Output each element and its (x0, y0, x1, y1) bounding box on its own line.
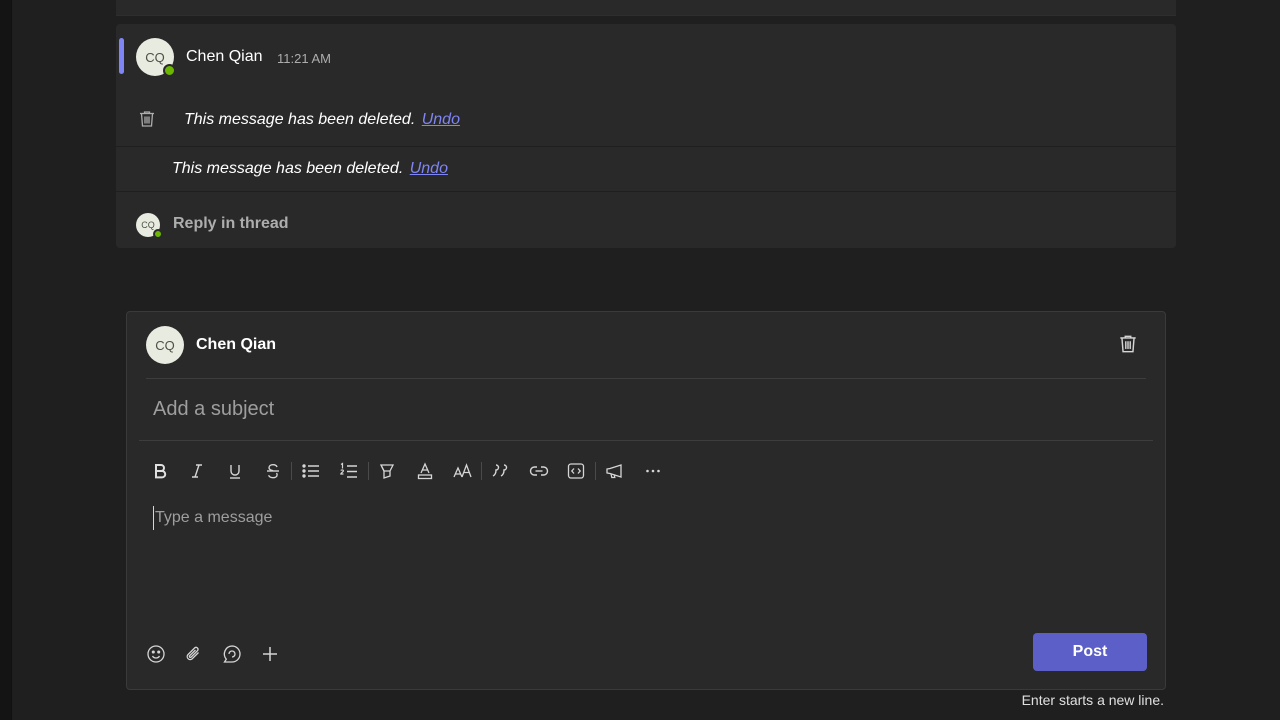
subject-input[interactable] (153, 394, 1143, 424)
previous-message-card (116, 0, 1176, 16)
sender-name[interactable]: Chen Qian (186, 48, 263, 66)
loop-icon (223, 645, 241, 663)
compose-box: CQ Chen Qian Add a subject Type a messag… (126, 311, 1166, 690)
deleted-reply: This message has been deleted. Undo (172, 160, 448, 178)
trash-icon (137, 109, 157, 129)
bold-icon (154, 464, 166, 479)
undo-link[interactable]: Undo (410, 160, 448, 177)
quote-icon (492, 464, 508, 477)
emoji-button[interactable] (143, 641, 169, 667)
announcement-icon (606, 464, 622, 479)
more-options-icon (645, 469, 660, 473)
avatar[interactable]: CQ (136, 38, 176, 77)
underline-button[interactable] (216, 457, 254, 485)
formatting-toolbar (141, 457, 671, 485)
link-button[interactable] (520, 457, 558, 485)
more-options-button[interactable] (634, 457, 672, 485)
underline-icon (229, 465, 240, 479)
add-icon (263, 647, 277, 661)
presence-available-icon (153, 229, 163, 239)
font-color-icon (417, 462, 433, 480)
emoji-icon (147, 645, 165, 663)
divider (116, 191, 1176, 192)
deleted-message: This message has been deleted. Undo (184, 111, 460, 129)
compose-author-name: Chen Qian (196, 336, 277, 353)
code-snippet-icon (568, 463, 585, 479)
left-rail (0, 0, 12, 720)
strikethrough-icon (266, 463, 279, 479)
avatar-initials: CQ (145, 49, 165, 65)
unread-accent-bar (119, 38, 124, 74)
font-size-icon (452, 463, 472, 478)
deleted-message-text: This message has been deleted. (172, 160, 404, 177)
font-size-button[interactable] (444, 457, 482, 485)
undo-link[interactable]: Undo (422, 111, 460, 128)
avatar: CQ (146, 326, 184, 364)
add-button[interactable] (257, 641, 283, 667)
numbered-list-icon (339, 462, 357, 478)
attach-button[interactable] (181, 641, 207, 667)
italic-button[interactable] (179, 457, 217, 485)
italic-icon (192, 464, 203, 478)
message-input[interactable] (153, 506, 1143, 530)
highlight-icon (380, 464, 395, 479)
attach-icon (186, 646, 199, 661)
code-snippet-button[interactable] (558, 457, 596, 485)
divider (139, 440, 1153, 441)
trash-icon (1120, 335, 1136, 353)
divider (116, 146, 1176, 147)
message-timestamp: 11:21 AM (277, 51, 331, 66)
post-button[interactable]: Post (1033, 633, 1147, 671)
bulleted-list-icon (302, 464, 320, 478)
strikethrough-button[interactable] (254, 457, 292, 485)
reply-avatar: CQ (136, 213, 163, 239)
numbered-list-button[interactable] (330, 457, 368, 485)
discard-draft-button[interactable] (1117, 333, 1139, 355)
message-thread-card: CQ Chen Qian 11:21 AM This message has b… (116, 24, 1176, 248)
deleted-message-text: This message has been deleted. (184, 111, 416, 128)
quote-button[interactable] (482, 457, 520, 485)
reply-in-thread-button[interactable]: Reply in thread (173, 215, 289, 233)
font-color-button[interactable] (406, 457, 444, 485)
avatar-initials: CQ (141, 220, 155, 230)
enter-key-hint: Enter starts a new line. (1021, 692, 1164, 708)
compose-actions (143, 641, 283, 667)
announcement-button[interactable] (596, 457, 634, 485)
bold-button[interactable] (141, 457, 179, 485)
divider (146, 378, 1146, 379)
highlight-button[interactable] (369, 457, 407, 485)
presence-available-icon (163, 64, 176, 77)
link-icon (529, 466, 548, 476)
loop-button[interactable] (219, 641, 245, 667)
bulleted-list-button[interactable] (292, 457, 330, 485)
avatar-initials: CQ (155, 337, 175, 353)
